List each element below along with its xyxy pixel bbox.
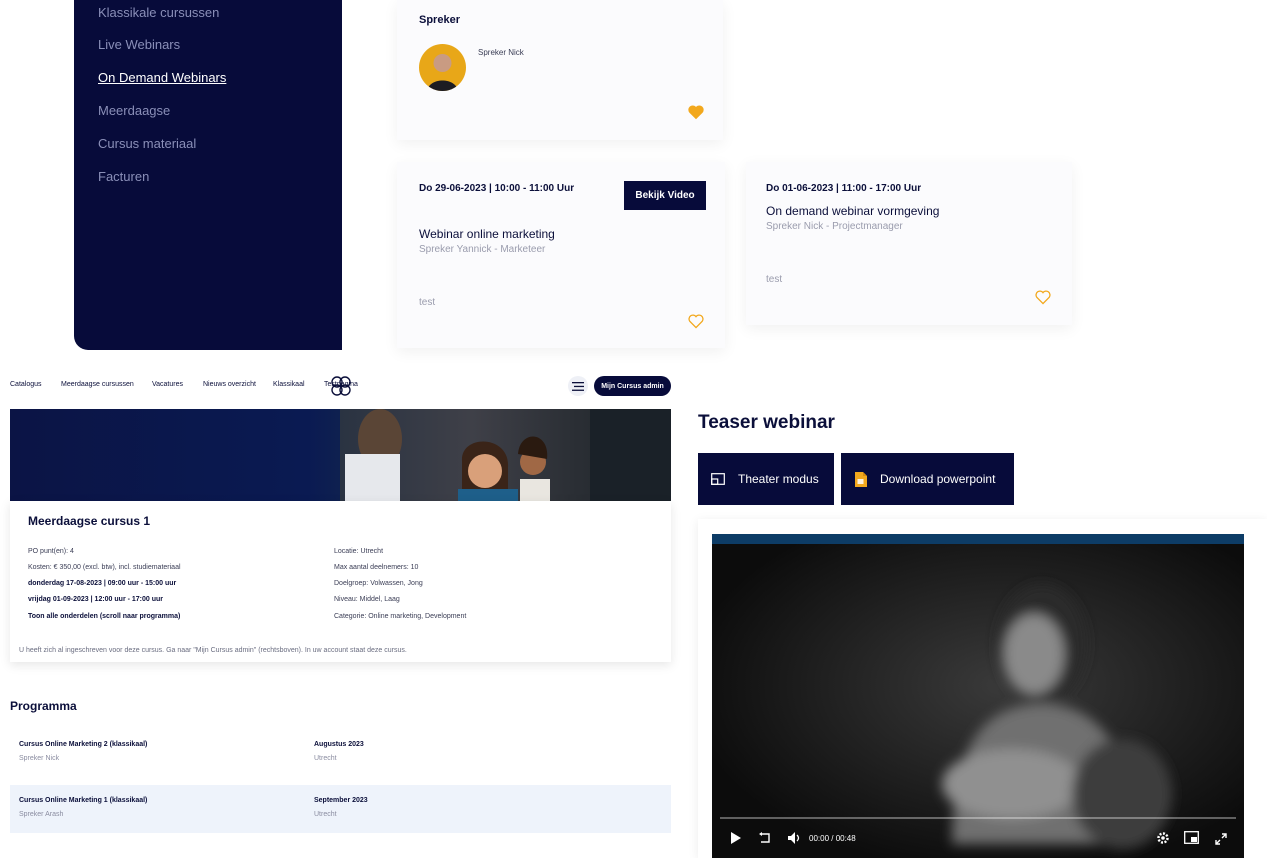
programma-row-location: Utrecht (314, 755, 337, 762)
replay-icon[interactable] (758, 831, 772, 850)
programma-heading: Programma (10, 699, 77, 713)
course-target-group: Doelgroep: Volwassen, Jong (334, 580, 423, 587)
play-icon[interactable] (730, 831, 742, 850)
programma-row-month: September 2023 (314, 797, 368, 804)
heart-filled-icon[interactable] (687, 104, 705, 120)
course-date-2: vrijdag 01-09-2023 | 12:00 uur - 17:00 u… (28, 596, 164, 603)
theater-mode-button[interactable]: Theater modus (698, 453, 834, 505)
my-course-admin-button[interactable]: Mijn Cursus admin (594, 376, 671, 396)
theater-icon (711, 473, 725, 485)
nav-catalogus[interactable]: Catalogus (10, 381, 42, 388)
theater-mode-label: Theater modus (738, 472, 819, 486)
course-category: Categorie: Online marketing, Development (334, 613, 467, 620)
webinar-date: Do 29-06-2023 | 10:00 - 11:00 Uur (419, 183, 575, 194)
video-progress-track[interactable] (720, 817, 1236, 819)
heart-outline-icon[interactable] (687, 313, 705, 329)
programma-row-speaker: Spreker Arash (19, 811, 64, 818)
speaker-name: Spreker Nick (478, 48, 524, 57)
course-level: Niveau: Middel, Laag (334, 596, 400, 603)
video-time: 00:00 / 00:48 (809, 834, 856, 843)
programma-row-location: Utrecht (314, 811, 337, 818)
watch-video-button[interactable]: Bekijk Video (624, 181, 706, 210)
speaker-heading: Spreker (419, 14, 460, 26)
nav-meerdaagse-cursussen[interactable]: Meerdaagse cursussen (61, 381, 134, 388)
course-info-panel: Meerdaagse cursus 1 PO punt(en): 4 Koste… (10, 501, 671, 662)
logo-icon[interactable] (330, 376, 352, 396)
nav-vacatures[interactable]: Vacatures (152, 381, 183, 388)
webinar-title: On demand webinar vormgeving (766, 204, 940, 218)
account-sidebar: Klassikale cursussen Live Webinars On De… (74, 0, 342, 350)
enrolled-notice: U heeft zich al ingeschreven voor deze c… (19, 647, 407, 654)
webinar-speaker: Spreker Yannick - Marketeer (419, 244, 546, 255)
pip-icon[interactable] (1184, 831, 1199, 849)
fullscreen-icon[interactable] (1215, 832, 1227, 850)
course-max-participants: Max aantal deelnemers: 10 (334, 564, 419, 571)
speaker-avatar (419, 44, 466, 91)
webinar-card[interactable]: Do 29-06-2023 | 10:00 - 11:00 Uur Bekijk… (397, 162, 725, 348)
webinar-card[interactable]: Do 01-06-2023 | 11:00 - 17:00 Uur On dem… (746, 162, 1072, 325)
webinar-date: Do 01-06-2023 | 11:00 - 17:00 Uur (766, 183, 922, 194)
download-powerpoint-label: Download powerpoint (880, 472, 996, 486)
programma-row-month: Augustus 2023 (314, 741, 364, 748)
download-powerpoint-button[interactable]: Download powerpoint (841, 453, 1014, 505)
webinar-speaker: Spreker Nick - Projectmanager (766, 221, 903, 232)
sidebar-item-facturen[interactable]: Facturen (98, 169, 149, 184)
video-player[interactable]: 00:00 / 00:48 (712, 534, 1244, 858)
nav-nieuws-overzicht[interactable]: Nieuws overzicht (203, 381, 256, 388)
webinar-description: test (419, 297, 436, 308)
course-po-points: PO punt(en): 4 (28, 548, 74, 555)
volume-icon[interactable] (787, 831, 803, 850)
sidebar-item-klassikale[interactable]: Klassikale cursussen (98, 5, 219, 20)
webinar-title: Webinar online marketing (419, 227, 555, 241)
menu-icon[interactable] (568, 376, 588, 396)
video-frame (712, 544, 1244, 858)
heart-outline-icon[interactable] (1034, 289, 1052, 305)
webinar-description: test (766, 274, 783, 285)
course-hero-image (10, 409, 671, 501)
teaser-title: Teaser webinar (698, 412, 835, 433)
nav-klassikaal[interactable]: Klassikaal (273, 381, 305, 388)
settings-icon[interactable] (1156, 831, 1170, 850)
course-date-1: donderdag 17-08-2023 | 09:00 uur - 15:00… (28, 580, 177, 587)
sidebar-item-live-webinars[interactable]: Live Webinars (98, 37, 180, 52)
programma-row-title: Cursus Online Marketing 1 (klassikaal) (19, 797, 148, 804)
file-icon (854, 471, 867, 487)
programma-row[interactable]: Cursus Online Marketing 1 (klassikaal) S… (10, 785, 671, 833)
speaker-card: Spreker Spreker Nick (397, 0, 723, 140)
sidebar-item-meerdaagse[interactable]: Meerdaagse (98, 103, 170, 118)
sidebar-item-on-demand[interactable]: On Demand Webinars (98, 70, 226, 85)
sidebar-item-cursus-materiaal[interactable]: Cursus materiaal (98, 136, 196, 151)
course-costs: Kosten: € 350,00 (excl. btw), incl. stud… (28, 564, 181, 571)
course-title: Meerdaagse cursus 1 (28, 514, 151, 528)
programma-row[interactable]: Cursus Online Marketing 2 (klassikaal) S… (10, 729, 671, 777)
programma-row-title: Cursus Online Marketing 2 (klassikaal) (19, 741, 148, 748)
course-location: Locatie: Utrecht (334, 548, 384, 555)
programma-row-speaker: Spreker Nick (19, 755, 60, 762)
hero-photo (340, 409, 671, 501)
show-all-parts-link[interactable]: Toon alle onderdelen (scroll naar progra… (28, 613, 180, 620)
